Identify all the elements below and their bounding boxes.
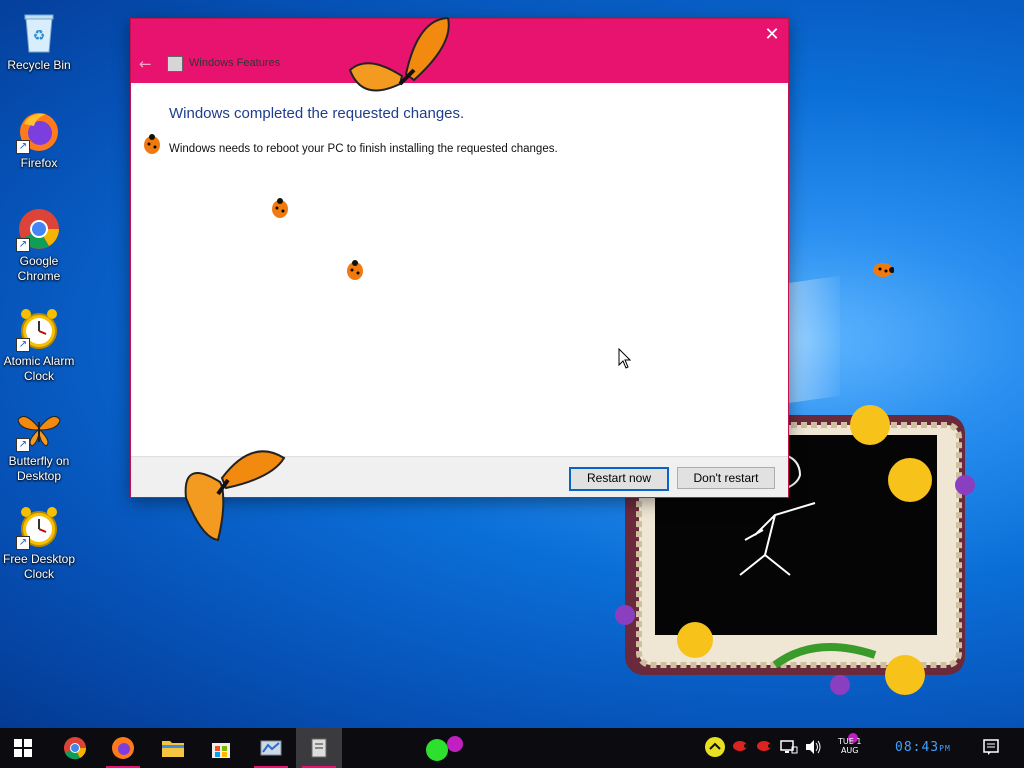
clock-ampm: PM bbox=[939, 744, 951, 753]
alarm-clock-icon: ↗ bbox=[16, 306, 62, 352]
clock-display[interactable]: 08:43PM bbox=[895, 740, 951, 755]
chevron-up-icon bbox=[705, 737, 725, 757]
butterfly-decoration bbox=[182, 438, 286, 548]
taskbar-microsoft-store[interactable] bbox=[198, 728, 244, 768]
control-panel-icon bbox=[260, 740, 282, 756]
network-icon[interactable] bbox=[780, 739, 798, 758]
folder-icon bbox=[162, 741, 184, 757]
windows-features-icon bbox=[167, 56, 183, 72]
shortcut-arrow-icon: ↗ bbox=[16, 536, 30, 550]
show-hidden-icons-button[interactable] bbox=[704, 736, 726, 761]
desktop-icon-google-chrome[interactable]: ↗ Google Chrome bbox=[0, 200, 78, 284]
green-orb-decoration bbox=[425, 736, 465, 766]
date-day: TUE bbox=[838, 737, 854, 746]
desktop-icon-butterfly-on-desktop[interactable]: ↗ Butterfly on Desktop bbox=[0, 400, 78, 484]
ladybug-decoration bbox=[344, 259, 366, 285]
ladybug-decoration bbox=[872, 262, 895, 282]
clock-time: 08:43 bbox=[895, 740, 940, 755]
firefox-icon: ↗ bbox=[16, 108, 62, 154]
ladybug-tray-icon[interactable] bbox=[756, 740, 772, 755]
date-display[interactable]: TUE 1 AUG bbox=[838, 737, 861, 755]
back-arrow-icon[interactable]: ← bbox=[139, 55, 152, 73]
desktop-icon-label: Recycle Bin bbox=[7, 58, 71, 72]
windows-features-icon bbox=[311, 738, 327, 758]
desktop-icon-free-desktop-clock[interactable]: ↗ Free Desktop Clock bbox=[0, 498, 78, 582]
alarm-clock-icon: ↗ bbox=[16, 504, 62, 550]
dialog-titlebar: ← Windows Features ✕ bbox=[131, 19, 788, 83]
store-icon bbox=[212, 743, 230, 758]
dont-restart-button[interactable]: Don't restart bbox=[677, 467, 775, 489]
windows-features-dialog: ← Windows Features ✕ Windows completed t… bbox=[130, 18, 789, 498]
desktop-icon-label: Firefox bbox=[20, 156, 58, 170]
svg-text:♻: ♻ bbox=[33, 28, 46, 44]
dialog-message: Windows needs to reboot your PC to finis… bbox=[169, 143, 558, 155]
restart-now-button[interactable]: Restart now bbox=[569, 467, 669, 491]
start-button[interactable] bbox=[0, 728, 46, 768]
firefox-icon bbox=[112, 737, 134, 759]
system-tray bbox=[700, 728, 1024, 768]
close-icon[interactable]: ✕ bbox=[762, 25, 782, 45]
chrome-icon: ↗ bbox=[16, 206, 62, 252]
date-num: 1 bbox=[856, 737, 862, 746]
taskbar: TUE 1 AUG 08:43PM bbox=[0, 728, 1024, 768]
ladybug-decoration bbox=[269, 197, 291, 223]
shortcut-arrow-icon: ↗ bbox=[16, 238, 30, 252]
desktop-icon-label: Atomic Alarm Clock bbox=[3, 354, 75, 383]
shortcut-arrow-icon: ↗ bbox=[16, 140, 30, 154]
action-center-icon[interactable] bbox=[982, 738, 1000, 759]
taskbar-control-panel[interactable] bbox=[248, 728, 294, 768]
desktop-icon-recycle-bin[interactable]: ♻ Recycle Bin bbox=[0, 4, 78, 73]
taskbar-windows-features[interactable] bbox=[296, 728, 342, 768]
recycle-bin-icon: ♻ bbox=[16, 10, 62, 56]
window-light-decoration bbox=[780, 275, 840, 405]
desktop-icon-atomic-alarm-clock[interactable]: ↗ Atomic Alarm Clock bbox=[0, 300, 78, 384]
desktop-icon-label: Butterfly on Desktop bbox=[8, 454, 70, 483]
desktop-icon-label: Google Chrome bbox=[17, 254, 61, 283]
chrome-icon bbox=[64, 737, 87, 760]
taskbar-file-explorer[interactable] bbox=[150, 728, 196, 768]
volume-icon[interactable] bbox=[804, 738, 822, 759]
butterfly-decoration bbox=[348, 14, 458, 114]
mouse-cursor-icon bbox=[618, 347, 632, 374]
taskbar-chrome[interactable] bbox=[52, 728, 98, 768]
windows-logo-icon bbox=[14, 739, 32, 757]
shortcut-arrow-icon: ↗ bbox=[16, 438, 30, 452]
dialog-title: Windows Features bbox=[189, 57, 281, 69]
desktop-icon-label: Free Desktop Clock bbox=[2, 552, 76, 581]
desktop-icon-firefox[interactable]: ↗ Firefox bbox=[0, 102, 78, 171]
taskbar-firefox[interactable] bbox=[100, 728, 146, 768]
shortcut-arrow-icon: ↗ bbox=[16, 338, 30, 352]
ladybug-tray-icon[interactable] bbox=[732, 740, 748, 755]
butterfly-icon: ↗ bbox=[16, 406, 62, 452]
date-month: AUG bbox=[840, 746, 859, 755]
ladybug-decoration bbox=[141, 133, 163, 159]
